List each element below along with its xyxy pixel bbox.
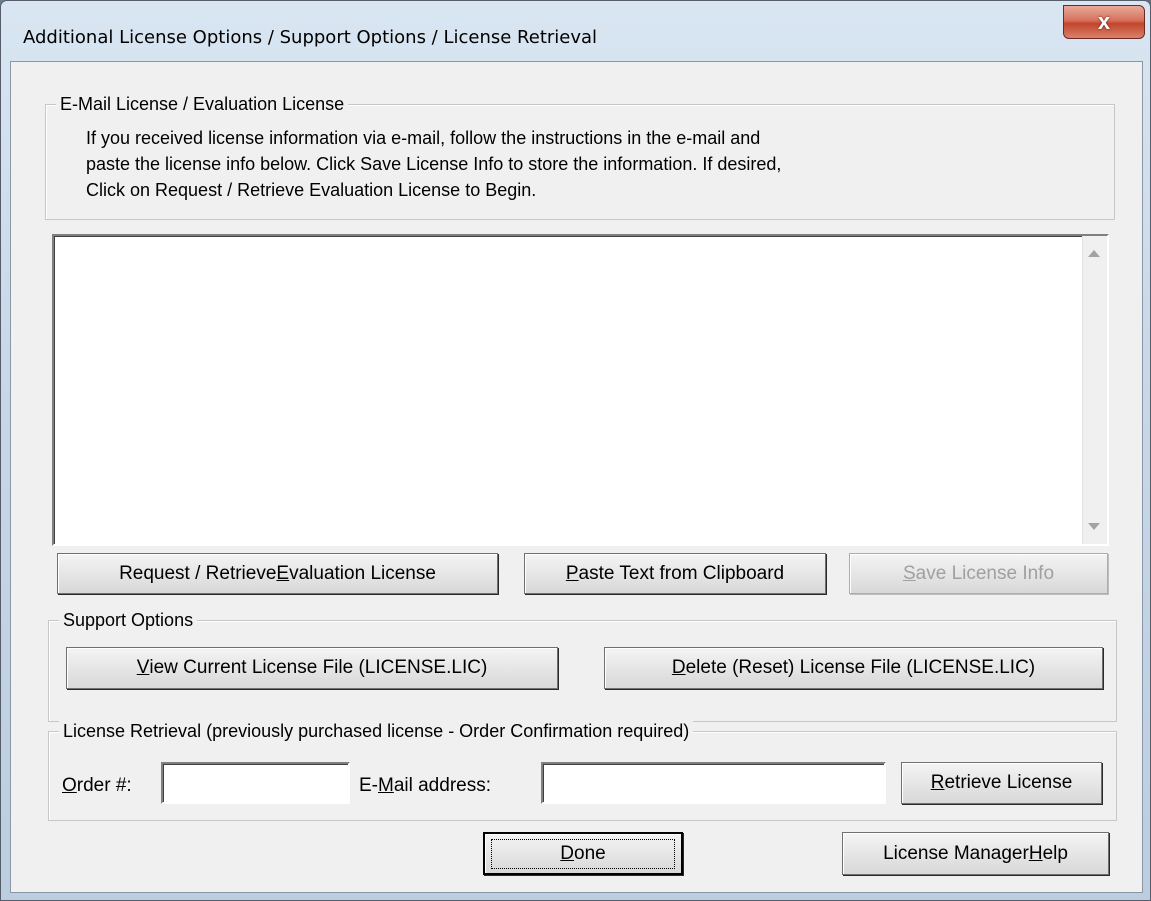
view-license-file-button[interactable]: View Current License File (LICENSE.LIC)	[66, 647, 558, 689]
close-icon: x	[1097, 9, 1111, 34]
order-number-input[interactable]	[161, 762, 350, 804]
request-evaluation-license-button[interactable]: Request / Retrieve Evaluation License	[57, 553, 498, 594]
retrieve-license-button[interactable]: Retrieve License	[901, 762, 1102, 804]
retrieve-label-post: etrieve License	[944, 772, 1073, 793]
save-license-info-button[interactable]: Save License Info	[849, 553, 1108, 594]
instructions-line-3: Click on Request / Retrieve Evaluation L…	[86, 180, 537, 200]
email-address-label: E-Mail address:	[359, 775, 491, 797]
license-retrieval-group: License Retrieval (previously purchased …	[48, 720, 1117, 821]
support-options-group-label: Support Options	[59, 609, 198, 631]
window-title: Additional License Options / Support Opt…	[23, 27, 598, 48]
delete-label-post: elete (Reset) License File (LICENSE.LIC)	[685, 657, 1036, 678]
instructions-line-2: paste the license info below. Click Save…	[86, 154, 782, 174]
license-text-area[interactable]	[52, 234, 1109, 546]
paste-label-key: P	[565, 562, 579, 584]
paste-text-button[interactable]: Paste Text from Clipboard	[524, 553, 826, 594]
delete-license-file-button[interactable]: Delete (Reset) License File (LICENSE.LIC…	[604, 647, 1103, 689]
license-retrieval-group-label: License Retrieval (previously purchased …	[59, 720, 694, 742]
order-label-key: O	[62, 775, 77, 796]
license-options-window: Additional License Options / Support Opt…	[0, 0, 1151, 901]
email-address-input[interactable]	[541, 762, 886, 804]
help-label-pre: License Manager	[883, 842, 1029, 864]
email-license-group-label: E-Mail License / Evaluation License	[56, 93, 349, 115]
email-license-group: E-Mail License / Evaluation License If y…	[45, 93, 1115, 220]
license-manager-help-button[interactable]: License Manager Help	[842, 832, 1109, 875]
request-eval-label-post: valuation License	[289, 562, 436, 584]
save-label-post: ave License Info	[915, 562, 1055, 584]
instructions-line-1: If you received license information via …	[86, 128, 761, 148]
retrieve-label-key: R	[930, 772, 945, 793]
dialog-client-area: E-Mail License / Evaluation License If y…	[10, 61, 1143, 893]
close-button[interactable]: x	[1063, 5, 1145, 39]
scroll-up-arrow-icon[interactable]	[1088, 250, 1100, 257]
support-options-group: Support Options View Current License Fil…	[48, 609, 1117, 722]
view-label-post: iew Current License File (LICENSE.LIC)	[149, 657, 488, 678]
order-number-label: Order #:	[62, 775, 132, 797]
paste-label-post: aste Text from Clipboard	[578, 562, 785, 584]
done-label-post: one	[574, 842, 606, 864]
view-label-key: V	[136, 657, 150, 678]
scroll-down-arrow-icon[interactable]	[1088, 523, 1100, 530]
request-eval-label-key: E	[276, 562, 290, 584]
email-label-key: M	[378, 775, 394, 796]
email-label-pre: E-	[359, 775, 378, 796]
order-label-post: rder #:	[76, 775, 132, 796]
email-label-post: ail address:	[393, 775, 491, 796]
save-label-key: S	[902, 562, 916, 584]
done-button[interactable]: Done	[483, 832, 683, 875]
instructions-text: If you received license information via …	[86, 125, 1106, 203]
vertical-scrollbar[interactable]	[1082, 236, 1107, 544]
request-eval-label-pre: Request / Retrieve	[119, 562, 277, 584]
title-bar[interactable]: Additional License Options / Support Opt…	[1, 1, 1150, 61]
help-label-key: H	[1028, 842, 1043, 864]
done-focus-rect: Done	[491, 838, 675, 869]
help-label-post: elp	[1042, 842, 1068, 864]
delete-label-key: D	[671, 657, 686, 678]
done-label-key: D	[560, 842, 575, 864]
